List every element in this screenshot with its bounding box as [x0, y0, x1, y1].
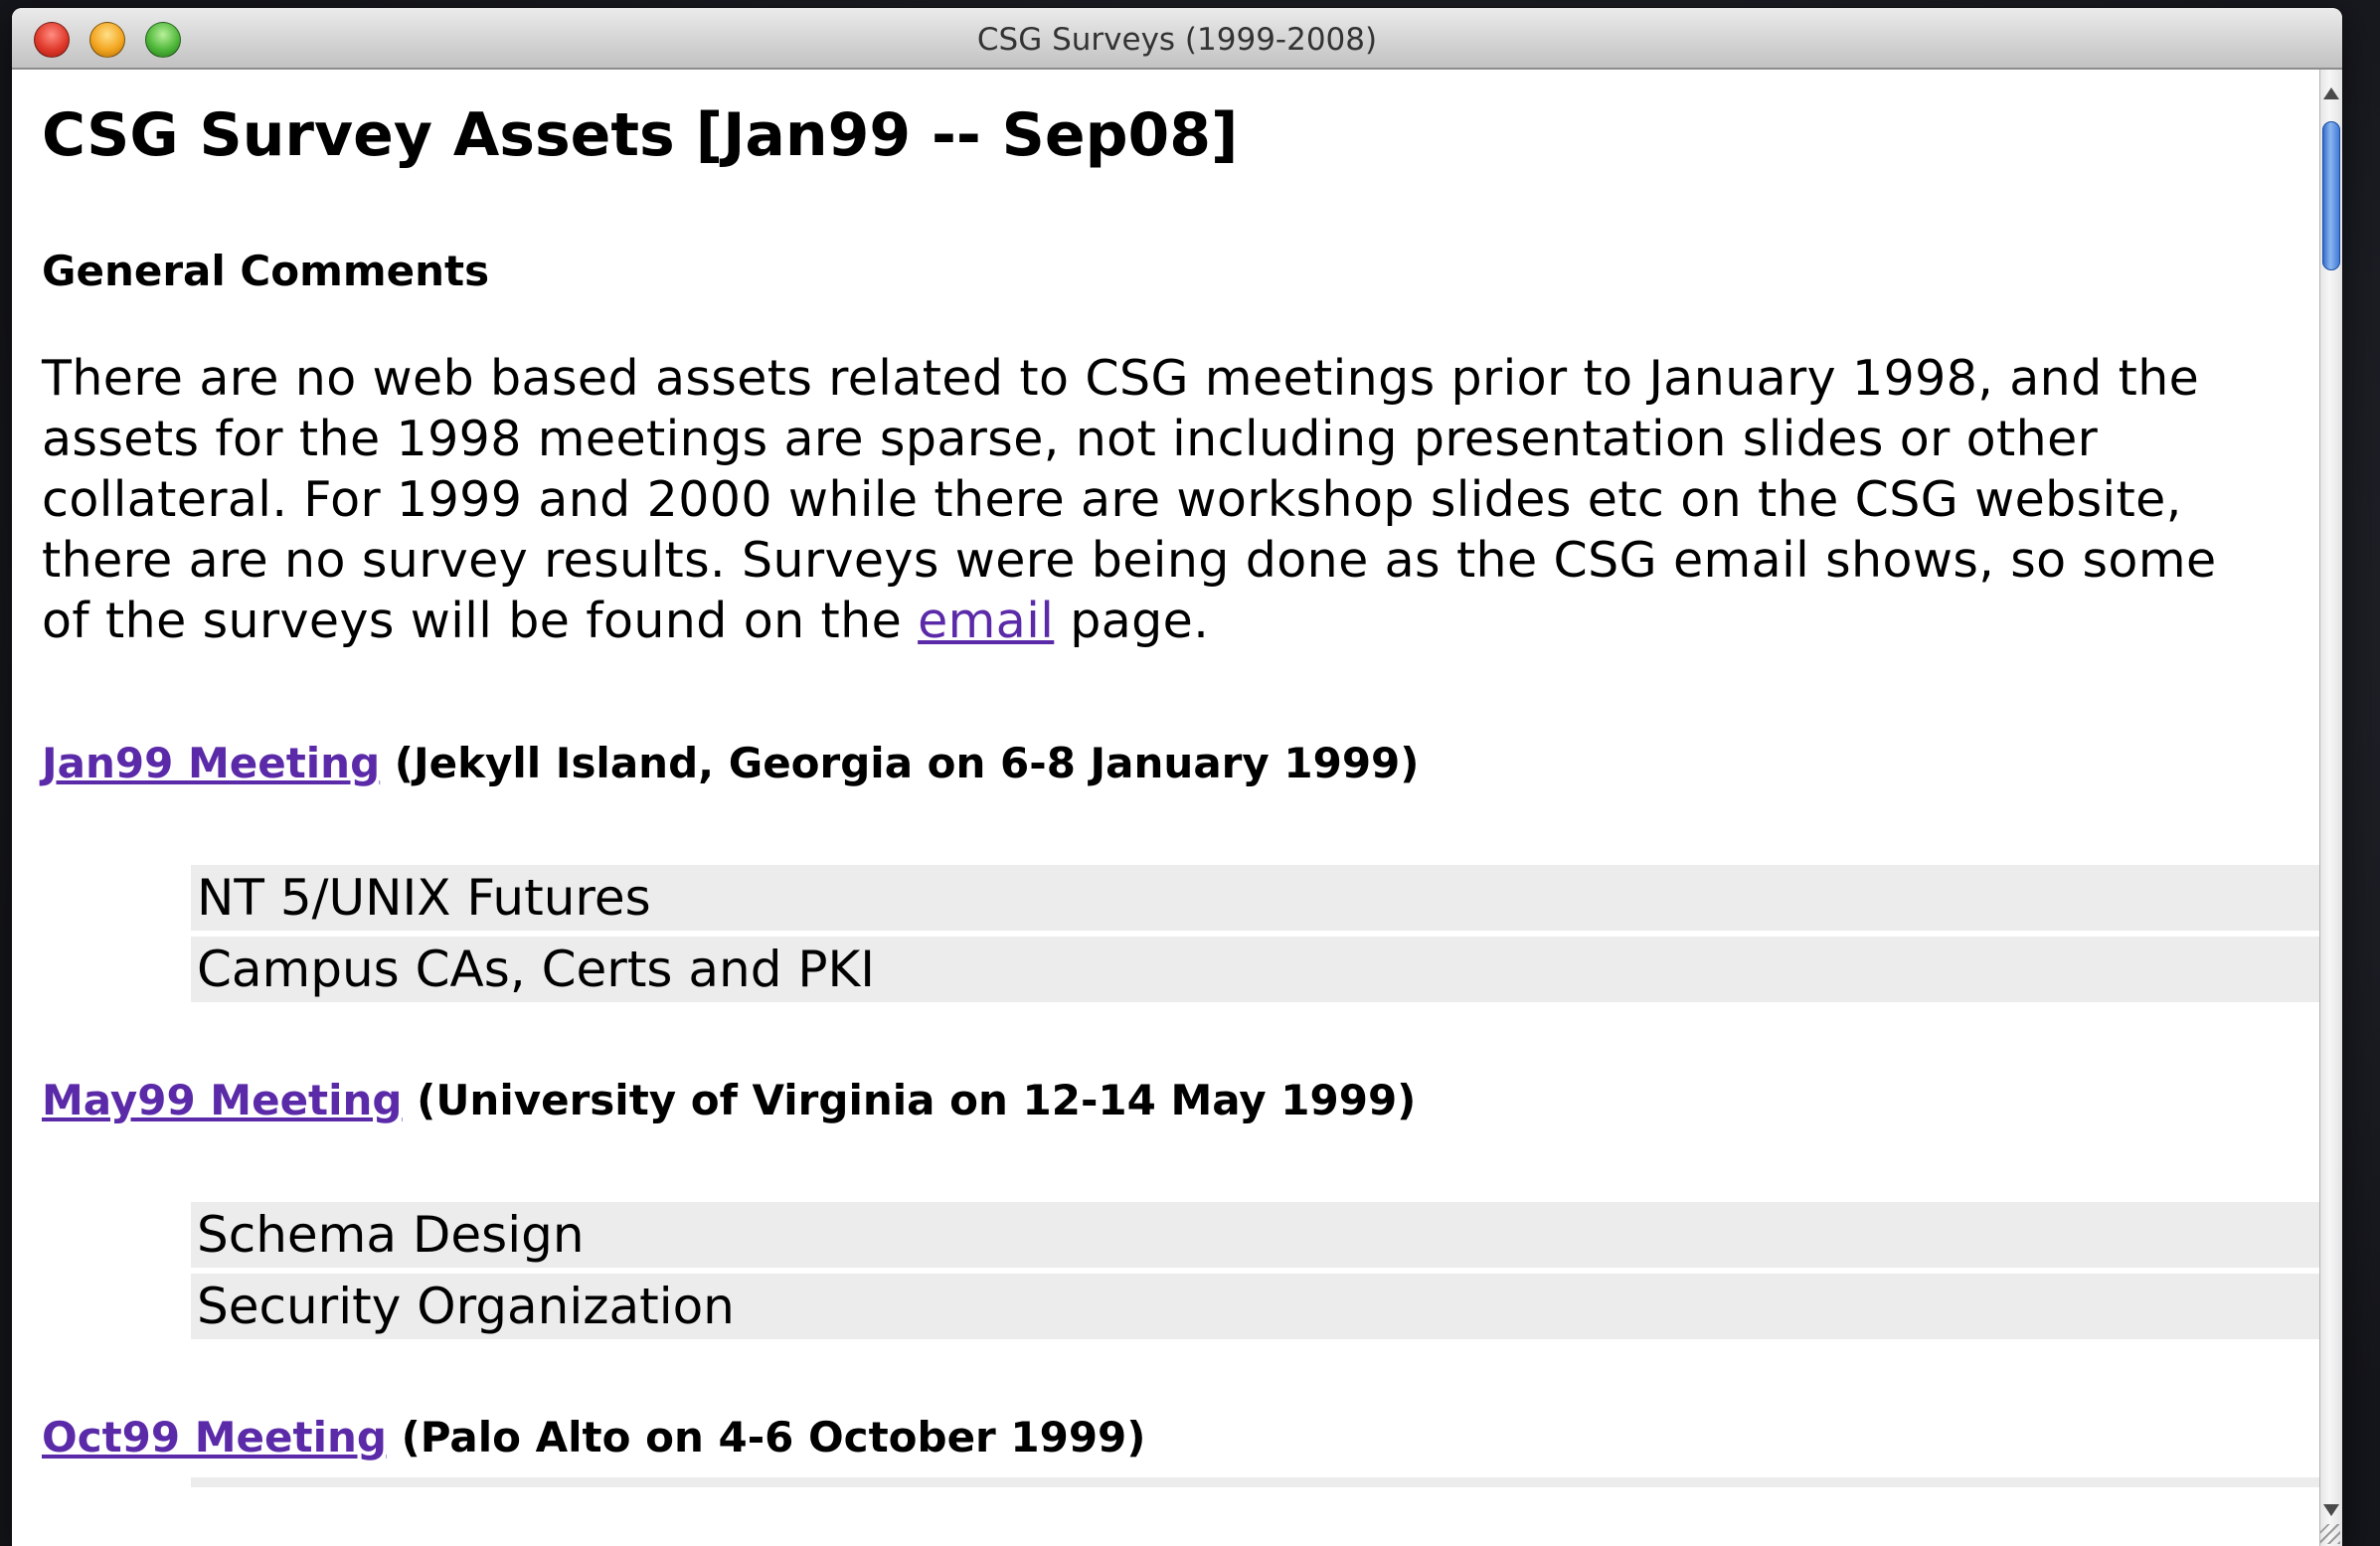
- may99-meeting-detail: (University of Virginia on 12-14 May 199…: [402, 1076, 1417, 1124]
- intro-line-3: collateral. For 1999 and 2000 while ther…: [42, 471, 2182, 528]
- meeting-heading-oct99: Oct99 Meeting (Palo Alto on 4-6 October …: [42, 1417, 1145, 1459]
- page-title: CSG Survey Assets [Jan99 -- Sep08]: [42, 100, 1239, 170]
- intro-line-4: there are no survey results. Surveys wer…: [42, 532, 2217, 589]
- browser-window: CSG Surveys (1999-2008) CSG Survey Asset…: [12, 8, 2342, 1546]
- jan99-meeting-detail: (Jekyll Island, Georgia on 6-8 January 1…: [380, 739, 1420, 787]
- survey-row[interactable]: NT 5/UNIX Futures: [191, 865, 2320, 931]
- survey-row[interactable]: Security Organization: [191, 1274, 2320, 1339]
- intro-line-5-suffix: page.: [1054, 593, 1210, 649]
- title-bar[interactable]: CSG Surveys (1999-2008): [12, 8, 2342, 70]
- oct99-survey-table-edge: [191, 1477, 2324, 1487]
- email-link[interactable]: email: [918, 593, 1054, 649]
- general-comments-heading: General Comments: [42, 247, 490, 295]
- scroll-up-arrow-icon[interactable]: [2323, 87, 2339, 99]
- survey-row[interactable]: Campus CAs, Certs and PKI: [191, 937, 2320, 1002]
- meeting-heading-jan99: Jan99 Meeting (Jekyll Island, Georgia on…: [42, 743, 1419, 784]
- intro-line-2: assets for the 1998 meetings are sparse,…: [42, 411, 2099, 467]
- scroll-down-arrow-icon[interactable]: [2323, 1504, 2339, 1516]
- intro-line-1: There are no web based assets related to…: [42, 350, 2200, 407]
- oct99-meeting-link[interactable]: Oct99 Meeting: [42, 1413, 387, 1461]
- page-content: CSG Survey Assets [Jan99 -- Sep08] Gener…: [12, 70, 2320, 1546]
- survey-row[interactable]: Schema Design: [191, 1202, 2320, 1268]
- intro-paragraph: There are no web based assets related to…: [42, 348, 2320, 651]
- jan99-meeting-link[interactable]: Jan99 Meeting: [42, 739, 380, 787]
- window-title: CSG Surveys (1999-2008): [976, 22, 1378, 58]
- oct99-meeting-detail: (Palo Alto on 4-6 October 1999): [386, 1413, 1146, 1461]
- jan99-survey-table: NT 5/UNIX Futures Campus CAs, Certs and …: [191, 865, 2320, 1008]
- meeting-heading-may99: May99 Meeting (University of Virginia on…: [42, 1080, 1416, 1121]
- resize-grip-icon[interactable]: [2320, 1524, 2340, 1544]
- intro-line-5-prefix: of the surveys will be found on the: [42, 593, 919, 649]
- scroll-thumb[interactable]: [2322, 121, 2340, 270]
- may99-survey-table: Schema Design Security Organization: [191, 1202, 2320, 1345]
- may99-meeting-link[interactable]: May99 Meeting: [42, 1076, 403, 1124]
- vertical-scrollbar[interactable]: [2319, 70, 2342, 1546]
